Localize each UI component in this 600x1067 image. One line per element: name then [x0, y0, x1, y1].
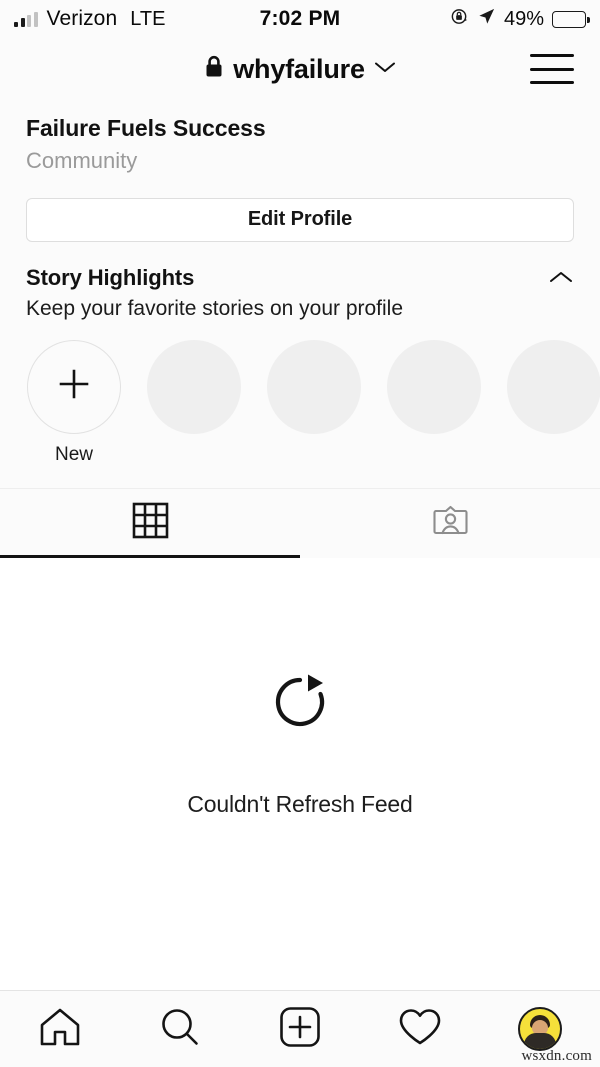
watermark-label: wsxdn.com — [521, 1048, 592, 1064]
status-bar: Verizon LTE 7:02 PM 49% — [0, 0, 600, 38]
location-arrow-icon — [477, 7, 496, 31]
nav-activity[interactable] — [360, 1006, 480, 1053]
story-highlights-row[interactable]: New — [0, 339, 600, 466]
nav-home[interactable] — [0, 1006, 120, 1053]
search-icon — [158, 1005, 202, 1054]
feed-content-area: Couldn't Refresh Feed — [0, 557, 600, 990]
hamburger-menu-icon[interactable] — [530, 52, 574, 86]
profile-category: Community — [26, 147, 138, 173]
battery-percent-label: 49% — [503, 7, 544, 30]
refresh-icon[interactable] — [268, 670, 332, 739]
rotation-lock-icon — [450, 7, 469, 31]
nav-profile[interactable] — [480, 1007, 600, 1051]
story-highlights-header: Story Highlights Keep your favorite stor… — [0, 264, 600, 324]
bottom-navigation-bar: wsxdn.com — [0, 990, 600, 1067]
profile-username: whyfailure — [233, 53, 365, 84]
story-highlights-title: Story Highlights — [26, 264, 195, 290]
chevron-up-icon[interactable] — [548, 269, 574, 290]
highlight-placeholder[interactable] — [267, 339, 361, 434]
story-highlights-text: Story Highlights Keep your favorite stor… — [26, 264, 548, 324]
plus-icon — [56, 366, 92, 407]
tab-tagged[interactable] — [300, 489, 600, 558]
edit-profile-button[interactable]: Edit Profile — [26, 197, 574, 242]
person-card-icon — [432, 502, 469, 544]
plus-square-icon — [279, 1006, 321, 1053]
active-tab-indicator — [0, 554, 300, 558]
nav-search[interactable] — [120, 1005, 240, 1054]
tab-grid[interactable] — [0, 489, 300, 558]
profile-info: Failure Fuels Success Community — [0, 100, 600, 176]
avatar-body — [524, 1033, 556, 1049]
highlight-new-item[interactable]: New — [27, 339, 121, 466]
highlight-placeholder[interactable] — [147, 339, 241, 434]
story-highlights-subtitle: Keep your favorite stories on your profi… — [26, 297, 404, 321]
highlight-new-label: New — [54, 443, 93, 465]
profile-full-name: Failure Fuels Success — [26, 115, 266, 141]
edit-profile-container: Edit Profile — [0, 175, 600, 242]
home-icon — [38, 1006, 82, 1053]
chevron-down-icon — [374, 60, 396, 79]
status-bar-right: 49% — [450, 7, 590, 31]
lock-icon — [204, 55, 224, 83]
battery-icon — [552, 10, 590, 28]
feed-error-message: Couldn't Refresh Feed — [187, 790, 413, 817]
story-highlights-section: Story Highlights Keep your favorite stor… — [0, 241, 600, 466]
grid-icon — [132, 502, 169, 544]
username-dropdown[interactable]: whyfailure — [204, 54, 396, 85]
add-highlight-button[interactable] — [27, 339, 121, 434]
app-header: whyfailure — [0, 38, 600, 100]
nav-create[interactable] — [240, 1006, 360, 1053]
instagram-profile-screen: Verizon LTE 7:02 PM 49% whyfailure Failu… — [0, 0, 600, 1067]
avatar[interactable] — [518, 1007, 562, 1051]
heart-icon — [397, 1006, 443, 1053]
highlight-placeholder[interactable] — [507, 339, 600, 434]
highlight-placeholder[interactable] — [387, 339, 481, 434]
profile-tab-bar — [0, 487, 600, 558]
